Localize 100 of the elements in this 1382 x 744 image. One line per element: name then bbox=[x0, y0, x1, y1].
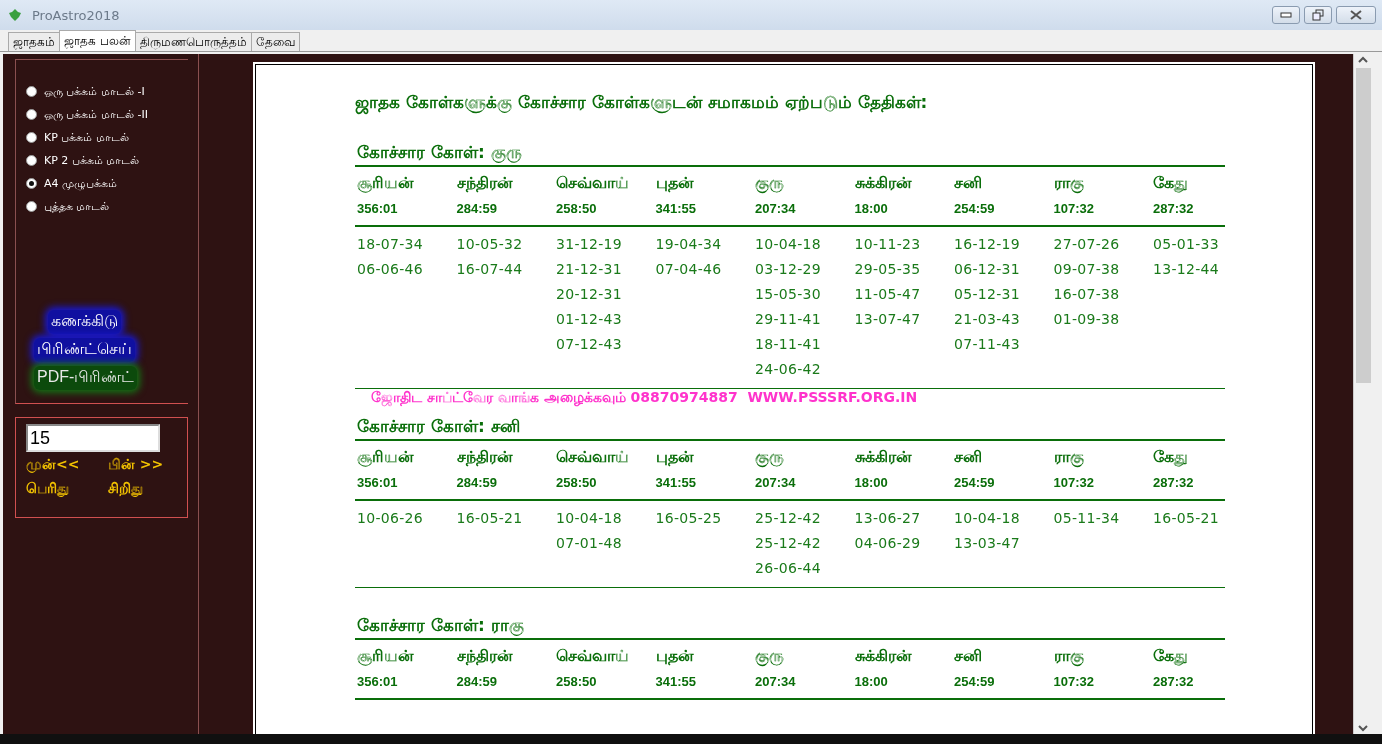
planet-name: சுக்கிரன் bbox=[854, 172, 913, 194]
date-text: 06-06-46 bbox=[357, 260, 424, 279]
date-text: 16-05-25 bbox=[655, 509, 723, 528]
date-text: 07-11-43 bbox=[954, 335, 1021, 354]
planet-name: செவ்வாய் bbox=[556, 645, 630, 667]
nav-button[interactable]: பெரிது bbox=[26, 480, 108, 498]
date-text: 10-05-32 bbox=[456, 235, 524, 254]
date-text: 10-04-18 bbox=[755, 235, 822, 254]
pdf-print-button[interactable]: PDF-பிரிண்ட் bbox=[34, 366, 138, 390]
planet-name: ராகு bbox=[1053, 172, 1085, 196]
date-text: 01-12-43 bbox=[556, 310, 623, 329]
date-text: 25-12-42 bbox=[755, 534, 822, 553]
tab[interactable]: தேவை bbox=[250, 32, 300, 51]
section-heading: கோச்சார கோள்: ராகு bbox=[357, 614, 525, 636]
planet-degree: 207:34 bbox=[755, 200, 797, 218]
planet-name: சந்திரன் bbox=[456, 172, 514, 195]
planet-name: சூரியன் bbox=[357, 645, 415, 668]
minimize-button[interactable] bbox=[1272, 6, 1300, 24]
radio-button[interactable] bbox=[26, 155, 37, 166]
action-button[interactable]: பிரிண்ட்செய் bbox=[34, 338, 135, 362]
planet-name: குரு bbox=[755, 172, 785, 196]
radio-label: புத்தக மாடல் bbox=[44, 199, 110, 214]
planet-name: புதன் bbox=[655, 172, 695, 195]
date-text: 18-11-41 bbox=[755, 335, 822, 354]
planet-degree: 107:32 bbox=[1053, 673, 1095, 691]
radio-button[interactable] bbox=[26, 132, 37, 143]
planet-degree: 287:32 bbox=[1153, 474, 1195, 492]
advert-text: ஜோதிட சாப்ட்வேர வாங்க அழைக்கவும் 08870974887 WWW.PSSSRF.ORG.IN bbox=[371, 389, 918, 407]
scroll-down-icon[interactable] bbox=[1358, 722, 1368, 734]
planet-name: குரு bbox=[755, 446, 785, 470]
radio-label: ஒரு பக்கம் மாடல் -I bbox=[44, 84, 145, 99]
date-text: 20-12-31 bbox=[556, 285, 623, 304]
planet-degree: 284:59 bbox=[456, 673, 498, 691]
planet-name: சனி bbox=[954, 172, 983, 194]
planet-degree: 254:59 bbox=[954, 200, 996, 218]
date-text: 27-07-26 bbox=[1053, 235, 1121, 254]
date-text: 13-06-27 bbox=[854, 509, 922, 528]
restore-icon bbox=[1312, 9, 1324, 21]
date-text: 07-01-48 bbox=[556, 534, 623, 553]
nav-button[interactable]: முன்<< bbox=[26, 456, 108, 474]
planet-name: ராகு bbox=[1053, 446, 1085, 470]
date-text: 19-04-34 bbox=[655, 235, 723, 254]
tab[interactable]: ஜாதக பலன் bbox=[59, 30, 136, 51]
planet-name: சூரியன் bbox=[357, 446, 415, 469]
restore-button[interactable] bbox=[1304, 6, 1332, 24]
date-text: 07-12-43 bbox=[556, 335, 623, 354]
tab[interactable]: திருமணபொருத்தம் bbox=[134, 32, 252, 51]
planet-name: சுக்கிரன் bbox=[854, 446, 913, 468]
date-text: 16-12-19 bbox=[954, 235, 1021, 254]
date-text: 10-04-18 bbox=[556, 509, 623, 528]
planet-name: கேது bbox=[1153, 446, 1189, 469]
date-text: 13-03-47 bbox=[954, 534, 1021, 553]
nav-button[interactable]: பின் >> bbox=[108, 456, 188, 474]
date-text: 03-12-29 bbox=[755, 260, 822, 279]
planet-name: புதன் bbox=[655, 446, 695, 469]
planet-degree: 207:34 bbox=[755, 673, 797, 691]
planet-degree: 258:50 bbox=[556, 673, 598, 691]
date-text: 11-05-47 bbox=[854, 285, 922, 304]
tab[interactable]: ஜாதகம் bbox=[8, 32, 60, 51]
radio-label: A4 முழுபக்கம் bbox=[44, 176, 118, 191]
planet-degree: 258:50 bbox=[556, 200, 598, 218]
planet-name: கேது bbox=[1153, 172, 1189, 195]
planet-name: சந்திரன் bbox=[456, 645, 514, 668]
report-title: ஜாதக கோள்களுக்கு கோச்சார கோள்களுடன் சமாகமம் ஏற்படும் தேதிகள்: bbox=[355, 89, 1312, 115]
page-number-field[interactable]: 15 bbox=[26, 424, 160, 452]
radio-button[interactable] bbox=[26, 86, 37, 97]
radio-label: KP 2 பக்கம் மாடல் bbox=[44, 153, 140, 168]
date-text: 13-12-44 bbox=[1153, 260, 1220, 279]
vertical-scrollbar[interactable] bbox=[1353, 54, 1372, 734]
planet-degree: 341:55 bbox=[655, 200, 697, 218]
planet-degree: 284:59 bbox=[456, 474, 498, 492]
planet-name: சுக்கிரன் bbox=[854, 645, 913, 667]
radio-button[interactable] bbox=[26, 201, 37, 212]
planet-degree: 284:59 bbox=[456, 200, 498, 218]
date-text: 04-06-29 bbox=[854, 534, 922, 553]
date-text: 29-05-35 bbox=[854, 260, 922, 279]
planet-degree: 356:01 bbox=[357, 673, 399, 691]
planet-degree: 287:32 bbox=[1153, 200, 1195, 218]
date-text: 05-01-33 bbox=[1153, 235, 1220, 254]
planet-degree: 18:00 bbox=[854, 474, 889, 492]
radio-button[interactable] bbox=[26, 109, 37, 120]
nav-button[interactable]: சிறிது bbox=[108, 480, 188, 498]
close-button[interactable] bbox=[1336, 6, 1376, 24]
date-text: 06-12-31 bbox=[954, 260, 1021, 279]
planet-name: சூரியன் bbox=[357, 172, 415, 195]
action-button[interactable]: கணக்கிடு bbox=[48, 310, 121, 334]
planet-name: செவ்வாய் bbox=[556, 446, 630, 468]
scroll-thumb[interactable] bbox=[1355, 68, 1371, 383]
planet-name: சனி bbox=[954, 645, 983, 667]
planet-name: சனி bbox=[954, 446, 983, 468]
date-text: 01-09-38 bbox=[1053, 310, 1121, 329]
window-title: ProAstro2018 bbox=[32, 7, 121, 23]
planet-degree: 107:32 bbox=[1053, 200, 1095, 218]
date-text: 13-07-47 bbox=[854, 310, 922, 329]
date-text: 16-05-21 bbox=[456, 509, 524, 528]
radio-button[interactable] bbox=[26, 178, 37, 189]
date-text: 25-12-42 bbox=[755, 509, 822, 528]
date-text: 26-06-44 bbox=[755, 559, 822, 578]
date-text: 16-07-38 bbox=[1053, 285, 1121, 304]
radio-label: ஒரு பக்கம் மாடல் -II bbox=[44, 107, 148, 122]
